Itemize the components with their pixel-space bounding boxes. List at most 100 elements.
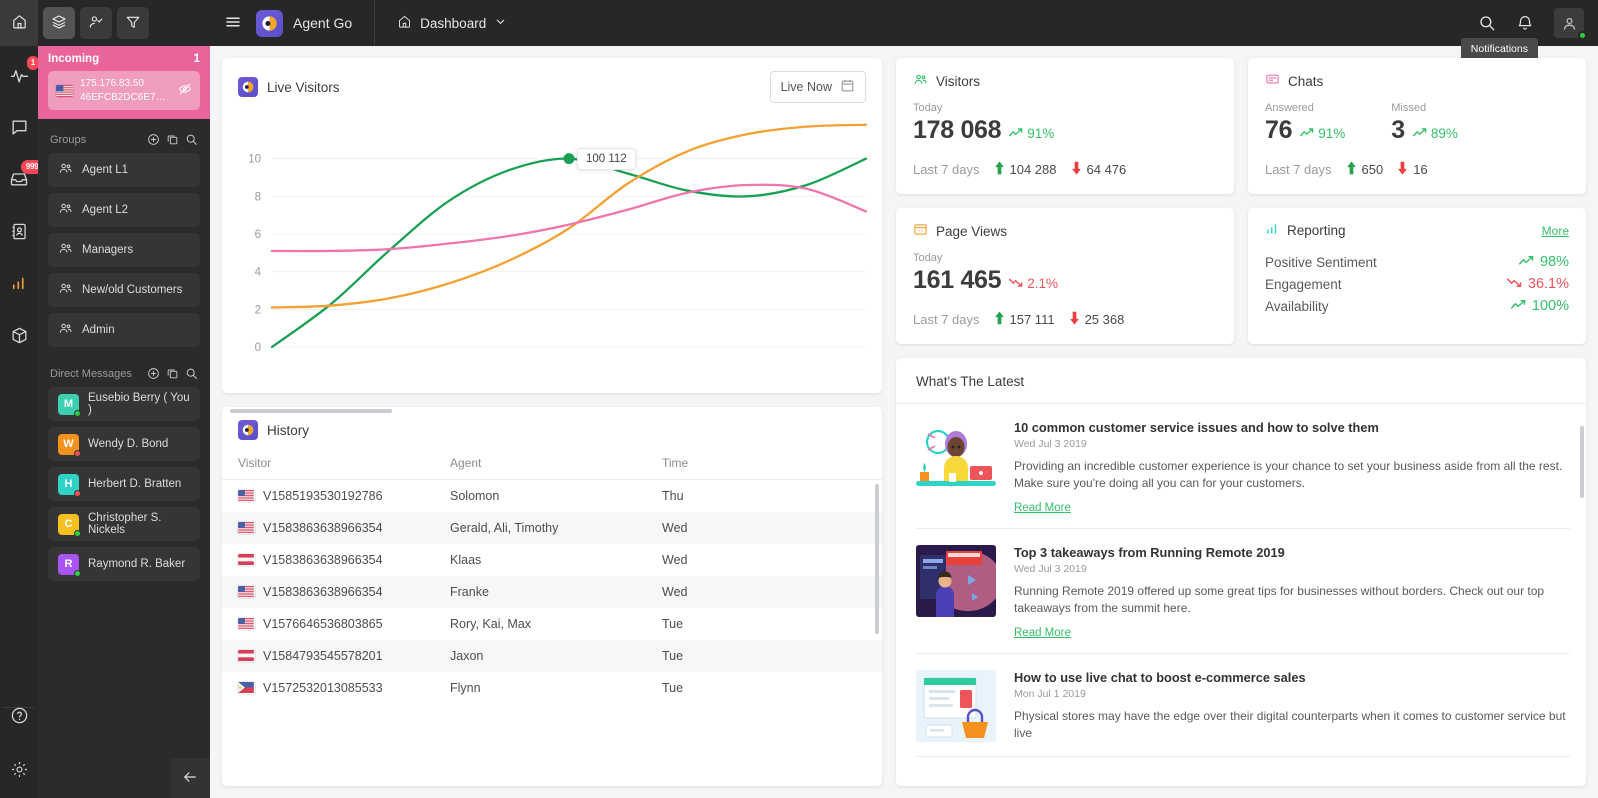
rail-item-analytics[interactable] [4, 268, 34, 298]
rail-item-package[interactable] [4, 320, 34, 350]
rail-item-help[interactable] [4, 700, 34, 730]
post-excerpt: Physical stores may have the edge over t… [1014, 708, 1566, 740]
table-row[interactable]: V1583863638966354 Gerald, Ali, Timothy Wed [222, 512, 882, 544]
main-area: Agent Go Dashboard Notifications Live Vi… [210, 0, 1598, 798]
group-item[interactable]: Agent L2 [48, 193, 200, 227]
row-agent-cell: Solomon [450, 489, 500, 503]
live-visitors-title-group: Live Visitors [238, 77, 340, 97]
dm-item[interactable]: H Herbert D. Bratten [48, 467, 200, 501]
reporting-row-value: 100% [1531, 298, 1569, 314]
search-icon[interactable] [185, 133, 198, 146]
rail-item-chat[interactable] [4, 112, 34, 142]
row-visitor-id: V1583863638966354 [263, 553, 383, 567]
row-time-cell: Wed [662, 521, 688, 535]
chart-point-tooltip: 100 112 [577, 147, 636, 170]
chats-answered-pct: 91% [1318, 126, 1346, 141]
copy-icon[interactable] [166, 133, 179, 146]
group-item[interactable]: Managers [48, 233, 200, 267]
latest-post[interactable]: 10 common customer service issues and ho… [916, 404, 1570, 528]
chats-up-stat: 650 [1346, 161, 1383, 178]
row-visitor-cell: V1572532013085533 [238, 681, 450, 695]
chats-card: Chats Answered 76 91% Missed 3 89% Last … [1248, 58, 1586, 194]
page-views-footer: Last 7 days 157 111 25 368 [913, 311, 1217, 328]
layers-button[interactable] [43, 7, 75, 39]
post-excerpt: Providing an incredible customer experie… [1014, 459, 1563, 491]
visitors-down-stat: 64 476 [1071, 161, 1126, 178]
history-vertical-scrollbar[interactable] [875, 484, 879, 634]
brand[interactable]: Agent Go [256, 0, 376, 46]
row-visitor-id: V1572532013085533 [263, 681, 383, 695]
table-row[interactable]: V1584793545578201 Jaxon Tue [222, 640, 882, 672]
breadcrumb[interactable]: Dashboard [375, 14, 507, 32]
chats-title: Chats [1288, 73, 1324, 89]
row-visitor-id: V1583863638966354 [263, 585, 383, 599]
table-row[interactable]: V1583863638966354 Klaas Wed [222, 544, 882, 576]
user-check-button[interactable] [80, 7, 112, 39]
table-row[interactable]: V1585193530192786 Solomon Thu [222, 480, 882, 512]
group-item[interactable]: New/old Customers [48, 273, 200, 307]
row-visitor-cell: V1576646536803865 [238, 617, 450, 631]
latest-scrollbar[interactable] [1580, 426, 1584, 498]
chats-header: Chats [1265, 72, 1569, 90]
people-icon [58, 201, 73, 219]
incoming-visitor-card[interactable]: 175.176.83.50 46EFCB2DC6E7CA2... [48, 71, 200, 110]
post-thumbnail [916, 669, 996, 742]
rail-item-contacts[interactable] [4, 216, 34, 246]
row-visitor-cell: V1584793545578201 [238, 649, 450, 663]
groups-list: Agent L1 Agent L2 Managers New/old Custo… [38, 153, 210, 353]
page-views-down-value: 25 368 [1084, 312, 1125, 327]
rail-home-button[interactable] [0, 0, 38, 46]
notifications-button[interactable] [1516, 14, 1534, 32]
table-row[interactable]: V1583863638966354 Franke Wed [222, 576, 882, 608]
menu-button[interactable] [210, 13, 256, 34]
dm-item[interactable]: W Wendy D. Bond [48, 427, 200, 461]
row-agent-cell: Gerald, Ali, Timothy [450, 521, 559, 535]
page-views-card: Page Views Today 161 465 2.1% Last 7 day… [896, 208, 1234, 344]
group-item[interactable]: Agent L1 [48, 153, 200, 187]
avatar: W [58, 433, 81, 457]
rail-item-inbox[interactable]: 999+ [4, 160, 48, 194]
filter-button[interactable] [117, 7, 149, 39]
row-visitor-cell: V1583863638966354 [238, 553, 450, 567]
svg-text:0: 0 [255, 342, 261, 354]
post-body: 10 common customer service issues and ho… [1014, 420, 1570, 514]
left-column: Live Visitors Live Now 0 2 4 6 8 10 100 112 [222, 58, 882, 786]
reporting-rows: Positive Sentiment 98% Engagement 36.1% … [1265, 251, 1569, 317]
reporting-more-link[interactable]: More [1542, 224, 1569, 238]
dm-item[interactable]: C Christopher S. Nickels [48, 507, 200, 541]
avatar: R [58, 553, 81, 577]
brand-name: Agent Go [293, 15, 353, 31]
read-more-link[interactable]: Read More [1014, 627, 1071, 639]
svg-text:6: 6 [255, 229, 261, 241]
table-row[interactable]: V1572532013085533 Flynn Tue [222, 672, 882, 704]
avatar-initial: H [64, 478, 73, 490]
search-button[interactable] [1478, 14, 1496, 32]
live-visitors-card: Live Visitors Live Now 0 2 4 6 8 10 100 112 [222, 58, 882, 393]
collapse-sidebar-button[interactable] [170, 758, 210, 798]
search-icon[interactable] [185, 367, 198, 380]
contacts-icon [10, 222, 29, 241]
latest-post[interactable]: Top 3 takeaways from Running Remote 2019… [916, 529, 1570, 653]
live-now-button[interactable]: Live Now [769, 71, 866, 103]
rail-item-settings[interactable] [4, 754, 34, 784]
user-avatar-button[interactable] [1554, 8, 1587, 40]
flag-at-icon [238, 554, 255, 566]
latest-posts-list[interactable]: 10 common customer service issues and ho… [896, 404, 1586, 786]
read-more-link[interactable]: Read More [1014, 502, 1071, 514]
dm-item[interactable]: R Raymond R. Baker [48, 547, 200, 581]
add-icon[interactable] [147, 367, 160, 380]
post-title: How to use live chat to boost e-commerce… [1014, 669, 1306, 685]
eye-off-icon[interactable] [178, 82, 192, 99]
dm-item[interactable]: M Eusebio Berry ( You ) [48, 387, 200, 421]
rail-item-activity[interactable]: 1 [4, 56, 39, 90]
chats-missed-value: 3 [1391, 116, 1405, 144]
group-item[interactable]: Admin [48, 313, 200, 347]
copy-icon[interactable] [166, 367, 179, 380]
row-visitor-id: V1585193530192786 [263, 489, 383, 503]
history-table-body[interactable]: V1585193530192786 Solomon Thu V158386363896… [222, 480, 882, 786]
horizontal-scrollbar[interactable] [230, 409, 392, 413]
add-icon[interactable] [147, 133, 160, 146]
table-row[interactable]: V1576646536803865 Rory, Kai, Max Tue [222, 608, 882, 640]
column-header-visitor: Visitor [238, 456, 272, 470]
latest-post[interactable]: How to use live chat to boost e-commerce… [916, 654, 1570, 757]
